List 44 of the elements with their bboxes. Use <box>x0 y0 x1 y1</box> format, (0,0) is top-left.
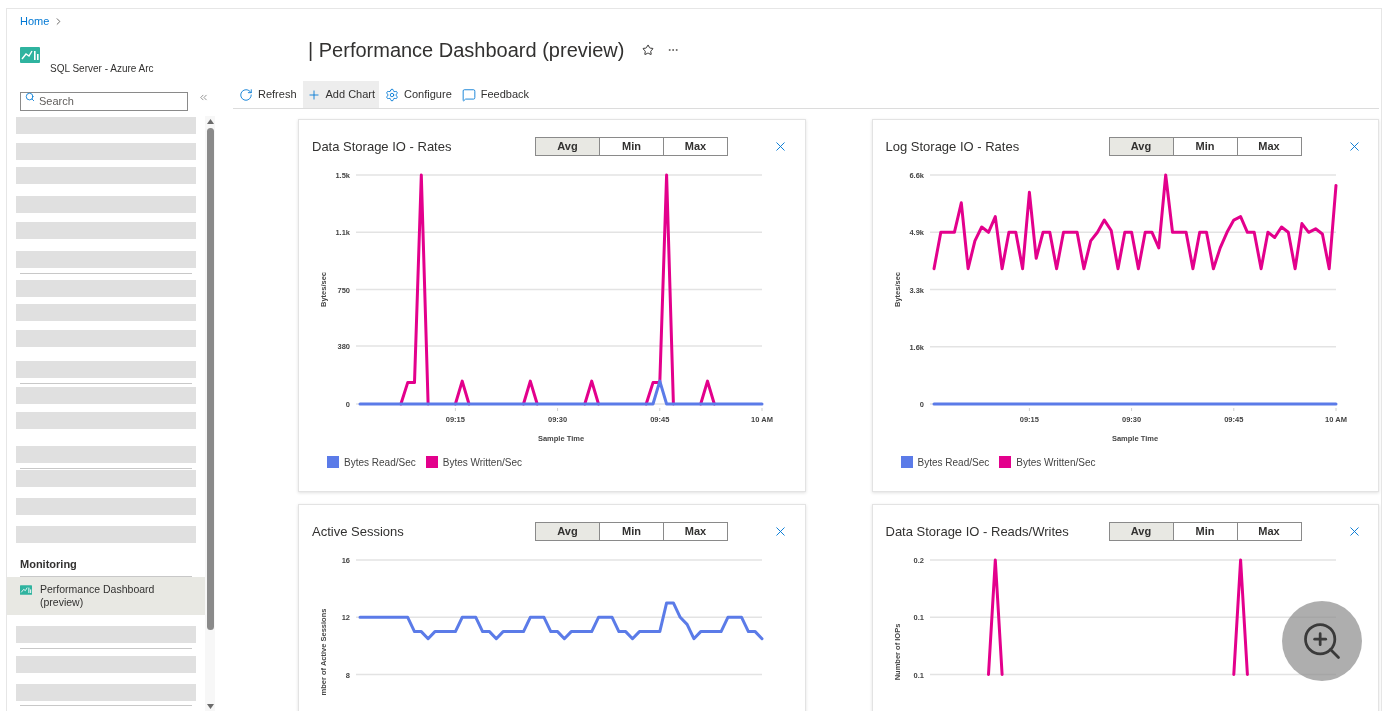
legend-label: Bytes Read/Sec <box>917 455 990 470</box>
toolbar-button[interactable]: Add Chart <box>302 81 380 108</box>
section-heading: Monitoring <box>19 557 78 571</box>
chart-icon <box>20 585 32 595</box>
breadcrumb-link[interactable]: Home <box>20 12 50 30</box>
aggregation-toggle[interactable]: Avg <box>1108 522 1174 541</box>
aggregation-toggle[interactable]: Avg <box>535 137 600 156</box>
toolbar-button[interactable]: Feedback <box>457 81 534 108</box>
aggregation-toggle[interactable]: Min <box>599 522 664 541</box>
scroll-up-icon[interactable] <box>206 119 214 124</box>
refresh-icon <box>239 87 253 102</box>
chart-title: Active Sessions <box>312 522 405 541</box>
aggregation-toggle[interactable]: Max <box>663 522 728 541</box>
aggregation-toggle[interactable]: Min <box>1172 522 1238 541</box>
toolbar-button[interactable]: Configure <box>381 81 456 108</box>
aggregation-toggle[interactable]: Min <box>1172 137 1238 156</box>
aggregation-toggle[interactable]: Min <box>599 137 664 156</box>
search-field[interactable]: Search <box>20 91 188 111</box>
close-icon <box>773 524 788 539</box>
legend-label: Bytes Read/Sec <box>344 455 416 470</box>
chart-icon <box>20 47 40 63</box>
star-icon[interactable] <box>642 44 655 56</box>
aggregation-toggle[interactable]: Max <box>663 137 728 156</box>
aggregation-toggle[interactable]: Max <box>1236 522 1302 541</box>
page-title: | Performance Dashboard (preview) <box>308 38 625 63</box>
chart-title: Data Storage IO - Rates <box>312 137 453 156</box>
search-icon <box>25 92 35 102</box>
speech-bubble-icon <box>461 87 476 102</box>
resource-type: SQL Server - Azure Arc <box>50 63 154 75</box>
aggregation-toggle[interactable]: Max <box>1236 137 1302 156</box>
chart-title: Data Storage IO - Reads/Writes <box>885 522 1070 541</box>
aggregation-toggle[interactable]: Avg <box>1108 137 1174 156</box>
scroll-down-icon[interactable] <box>206 704 214 709</box>
nav-item[interactable]: Performance Dashboard (preview) <box>7 577 205 615</box>
close-icon <box>773 139 788 154</box>
plus-icon <box>306 87 321 102</box>
legend-label: Bytes Written/Sec <box>442 455 522 470</box>
legend-label: Bytes Written/Sec <box>1016 455 1096 470</box>
scrollbar-thumb[interactable] <box>206 128 214 630</box>
chart-title: Log Storage IO - Rates <box>885 137 1021 156</box>
collapse-icon[interactable] <box>198 92 209 103</box>
settings-icon <box>385 87 400 102</box>
toolbar-button[interactable]: Refresh <box>235 81 301 108</box>
aggregation-toggle[interactable]: Avg <box>535 522 600 541</box>
